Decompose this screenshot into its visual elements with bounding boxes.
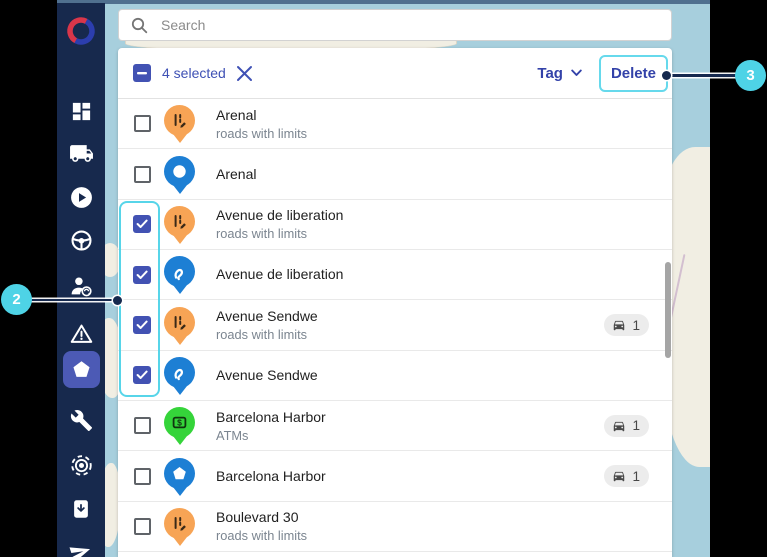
list-item[interactable]: Arenal roads with limits [118, 99, 672, 150]
tracking-icon [69, 453, 94, 478]
geofence-tags: roads with limits [216, 125, 308, 141]
car-icon [611, 318, 627, 332]
car-icon [611, 469, 627, 483]
geofence-tags: roads with limits [216, 528, 308, 544]
driving-behavior-icon [69, 228, 94, 253]
dashboard-icon [70, 100, 93, 123]
geofence-title: Avenue de liberation [216, 266, 344, 283]
vehicle-count-badge: 1 [604, 465, 649, 488]
sidebar-item-send[interactable] [63, 533, 100, 557]
fleet-icon [69, 141, 94, 166]
sidebar-item-fleet[interactable] [63, 135, 100, 172]
row-checkbox[interactable] [133, 417, 151, 435]
row-checkbox[interactable] [133, 115, 151, 133]
roads-orange-pin-icon [164, 507, 195, 539]
roads-orange-pin-icon [164, 105, 195, 137]
send-icon [69, 540, 93, 557]
search-bar[interactable] [118, 9, 672, 41]
tag-button-label: Tag [537, 64, 563, 82]
sidebar-item-geofences[interactable] [62, 351, 100, 388]
row-checkbox[interactable] [133, 467, 151, 485]
vehicle-count: 1 [632, 468, 640, 484]
row-checkbox-checked[interactable] [133, 366, 151, 385]
tag-button[interactable]: Tag [535, 59, 584, 88]
row-checkbox-checked[interactable] [133, 265, 151, 284]
delete-button[interactable]: Delete [598, 54, 668, 92]
callout-3-line [666, 74, 737, 77]
sidebar [57, 3, 105, 557]
list-item[interactable]: Avenue de liberation [118, 250, 672, 301]
geofence-list-panel: 4 selected Tag Delete Arenal roads with l… [118, 48, 672, 557]
search-input[interactable] [159, 16, 659, 34]
drivers-icon [69, 274, 94, 299]
list-item[interactable]: Boulevard 30 roads with limits [118, 501, 672, 553]
playback-icon [69, 185, 94, 210]
callout-2-badge: 2 [1, 284, 32, 315]
list-item[interactable]: Barcelona Harbor 1 [118, 451, 672, 502]
sidebar-item-dashboard[interactable] [63, 93, 100, 130]
geofence-title: Arenal [216, 165, 257, 182]
reports-icon [70, 498, 92, 520]
sidebar-item-alerts[interactable] [63, 315, 100, 352]
list-item[interactable]: Avenue Sendwe [118, 350, 672, 402]
vehicle-count: 1 [632, 418, 640, 434]
list-item[interactable]: $ Barcelona Harbor ATMs 1 [118, 401, 672, 452]
vehicle-count-badge: 1 [604, 314, 649, 337]
geofence-tags: ATMs [216, 427, 249, 443]
geofence-tags: roads with limits [216, 226, 308, 242]
map-top-edge [57, 0, 710, 4]
list-item-partial[interactable] [118, 552, 672, 557]
route-blue-pin-icon [164, 256, 195, 288]
geofence-title: Avenue Sendwe [216, 308, 318, 325]
pentagon-blue-pin-icon [164, 457, 195, 489]
sidebar-item-tracking[interactable] [63, 447, 100, 484]
app-window: 4 selected Tag Delete Arenal roads with l… [0, 0, 767, 557]
row-checkbox[interactable] [133, 517, 151, 535]
sidebar-item-maintenance[interactable] [63, 402, 100, 439]
geofences-icon [70, 358, 93, 381]
callout-3-dot [662, 71, 671, 80]
brand-logo[interactable] [62, 13, 100, 51]
roads-orange-pin-icon [164, 205, 195, 237]
sidebar-item-playback[interactable] [63, 179, 100, 216]
svg-text:$: $ [177, 418, 182, 428]
vehicle-count: 1 [632, 317, 640, 333]
geofence-list: Arenal roads with limits Arenal Avenue de l… [118, 99, 672, 557]
selected-count-label: 4 selected [162, 65, 226, 81]
atm-green-pin-icon: $ [164, 407, 195, 439]
sidebar-item-driving-behavior[interactable] [63, 222, 100, 259]
route-blue-pin-icon [164, 356, 195, 388]
alerts-icon [69, 321, 94, 346]
car-icon [611, 419, 627, 433]
row-checkbox[interactable] [133, 165, 151, 183]
list-item[interactable]: Avenue de liberation roads with limits [118, 199, 672, 251]
row-checkbox-checked[interactable] [133, 316, 151, 335]
select-all-checkbox-indeterminate[interactable] [133, 64, 151, 82]
callout-2-line [29, 298, 115, 301]
close-icon[interactable] [236, 65, 253, 82]
geofence-title: Avenue Sendwe [216, 366, 318, 383]
geofence-title: Barcelona Harbor [216, 408, 326, 425]
sidebar-item-reports[interactable] [63, 490, 100, 527]
callout-2-dot [113, 295, 122, 305]
callout-3-badge: 3 [735, 60, 766, 91]
selection-toolbar: 4 selected Tag Delete [118, 48, 672, 99]
list-scrollbar[interactable] [665, 262, 671, 358]
circle-blue-pin-icon [164, 155, 195, 187]
vehicle-count-badge: 1 [604, 414, 649, 437]
geofence-title: Boulevard 30 [216, 509, 299, 526]
roads-orange-pin-icon [164, 306, 195, 338]
maintenance-icon [70, 409, 93, 432]
geofence-title: Barcelona Harbor [216, 467, 326, 484]
list-item[interactable]: Avenue Sendwe roads with limits 1 [118, 300, 672, 351]
search-icon [131, 17, 148, 34]
geofence-title: Arenal [216, 106, 257, 123]
geofence-title: Avenue de liberation [216, 207, 344, 224]
geofence-tags: roads with limits [216, 327, 308, 343]
row-checkbox-checked[interactable] [133, 215, 151, 234]
list-item[interactable]: Arenal [118, 149, 672, 200]
chevron-down-icon [571, 69, 582, 77]
